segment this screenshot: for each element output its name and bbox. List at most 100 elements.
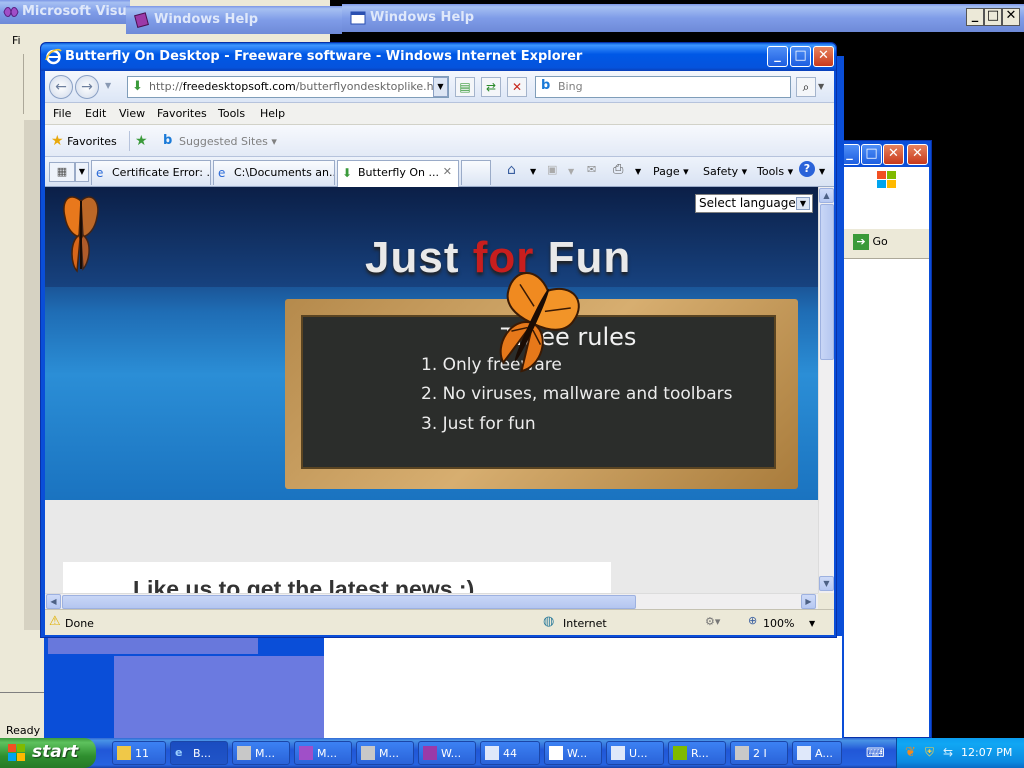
bg-right-maximize-button[interactable]: □ bbox=[861, 144, 882, 165]
ie-minimize-button[interactable]: _ bbox=[767, 46, 788, 67]
taskbar-item-label: 11 bbox=[135, 747, 149, 760]
clock[interactable]: 12:07 PM bbox=[961, 746, 1012, 759]
menu-file[interactable]: File bbox=[53, 107, 71, 120]
help-1-titlebar[interactable]: Windows Help bbox=[126, 6, 344, 34]
document-icon bbox=[611, 746, 625, 760]
refresh-icon[interactable]: ⇄ bbox=[481, 77, 501, 97]
tab-butterfly[interactable]: ⬇ Butterfly On ... ✕ bbox=[337, 160, 459, 187]
quick-tabs-button[interactable]: ▦ bbox=[49, 162, 75, 182]
ie-titlebar[interactable]: Butterfly On Desktop - Freeware software… bbox=[41, 43, 836, 71]
scroll-left-icon[interactable]: ◀ bbox=[46, 594, 61, 609]
taskbar-item-group-44[interactable]: 44 bbox=[480, 741, 540, 765]
ie-client-area: ← → ▼ ⬇ http://freedesktopsoft.com/butte… bbox=[45, 71, 834, 635]
taskbar-item-folders[interactable]: 11 bbox=[112, 741, 166, 765]
visual-studio-titlebar[interactable]: Microsoft Visual C bbox=[0, 0, 130, 24]
add-favorites-icon[interactable]: ★ bbox=[135, 133, 148, 149]
help-2-title-text: Windows Help bbox=[370, 10, 475, 25]
ie-maximize-button[interactable]: □ bbox=[790, 46, 811, 67]
zoom-dropdown-icon[interactable]: ▼ bbox=[809, 619, 815, 628]
bg-right-close-button-2[interactable]: ✕ bbox=[907, 144, 928, 165]
tab-list-dropdown-icon[interactable]: ▼ bbox=[75, 162, 89, 182]
vertical-scrollbar[interactable]: ▲ ▼ bbox=[818, 187, 834, 593]
keyboard-icon[interactable]: ⌨ bbox=[866, 746, 885, 761]
mail-icon[interactable]: ✉ bbox=[587, 163, 596, 176]
tab-certificate-error[interactable]: e Certificate Error: ... bbox=[91, 160, 211, 185]
bg-right-close-button[interactable]: ✕ bbox=[883, 144, 904, 165]
back-button[interactable]: ← bbox=[49, 75, 73, 99]
menu-view[interactable]: View bbox=[119, 107, 145, 120]
compatibility-view-icon[interactable]: ▤ bbox=[455, 77, 475, 97]
favorites-label: Favorites bbox=[67, 135, 117, 148]
go-button[interactable]: ➔ Go bbox=[853, 234, 903, 254]
taskbar-item-label: A... bbox=[815, 747, 833, 760]
tab-label: Certificate Error: ... bbox=[112, 166, 211, 179]
menu-edit[interactable]: Edit bbox=[85, 107, 106, 120]
zoom-level[interactable]: 100% bbox=[763, 617, 794, 630]
print-dropdown-icon[interactable]: ▼ bbox=[635, 167, 641, 176]
taskbar-item-m3[interactable]: M... bbox=[356, 741, 414, 765]
menu-help[interactable]: Help bbox=[260, 107, 285, 120]
vs-status-text: Ready bbox=[6, 724, 41, 737]
tab-close-icon[interactable]: ✕ bbox=[443, 165, 452, 178]
scroll-right-icon[interactable]: ▶ bbox=[801, 594, 816, 609]
start-button[interactable]: start bbox=[0, 738, 96, 768]
print-icon[interactable]: ⎙ bbox=[613, 162, 623, 177]
help-2-minimize-button[interactable]: _ bbox=[966, 8, 984, 26]
help-dropdown-icon[interactable]: ▼ bbox=[819, 167, 825, 176]
taskbar-item-r[interactable]: R... bbox=[668, 741, 726, 765]
search-options-dropdown-icon[interactable]: ▼ bbox=[818, 82, 824, 91]
taskbar-item-label: R... bbox=[691, 747, 709, 760]
page-menu-button[interactable]: Page ▾ bbox=[653, 165, 689, 178]
address-input[interactable]: ⬇ http://freedesktopsoft.com/butterflyon… bbox=[127, 76, 449, 98]
language-select-arrow-icon: ▼ bbox=[796, 197, 810, 210]
suggested-sites-link[interactable]: Suggested Sites ▾ bbox=[179, 135, 277, 148]
vertical-scroll-thumb[interactable] bbox=[820, 204, 834, 360]
taskbar-item-w2[interactable]: W... bbox=[544, 741, 602, 765]
network-icon[interactable]: ⇆ bbox=[943, 745, 953, 759]
taskbar-item-m2[interactable]: M... bbox=[294, 741, 352, 765]
taskbar-item-group-2[interactable]: 2 I bbox=[730, 741, 788, 765]
horizontal-scrollbar[interactable]: ◀ ▶ bbox=[45, 593, 818, 609]
menu-favorites[interactable]: Favorites bbox=[157, 107, 207, 120]
lower-bar bbox=[48, 638, 258, 654]
scroll-up-icon[interactable]: ▲ bbox=[819, 188, 834, 203]
recent-pages-dropdown-icon[interactable]: ▼ bbox=[105, 81, 111, 90]
url-domain: freedesktopsoft.com bbox=[182, 80, 296, 93]
scroll-down-icon[interactable]: ▼ bbox=[819, 576, 834, 591]
protected-mode-icon[interactable]: ⚙▾ bbox=[705, 615, 720, 628]
new-tab-button[interactable] bbox=[461, 160, 491, 185]
taskbar-item-a[interactable]: A... bbox=[792, 741, 842, 765]
forward-button[interactable]: → bbox=[75, 75, 99, 99]
shield-icon[interactable]: ⛨ bbox=[925, 745, 934, 760]
taskbar-item-u[interactable]: U... bbox=[606, 741, 664, 765]
menu-tools[interactable]: Tools bbox=[218, 107, 245, 120]
stop-icon[interactable]: ✕ bbox=[507, 77, 527, 97]
help-2-titlebar[interactable]: Windows Help bbox=[342, 4, 1024, 32]
favorites-star-icon: ★ bbox=[51, 133, 64, 149]
home-icon[interactable]: ⌂ bbox=[507, 162, 516, 178]
tools-menu-button[interactable]: Tools ▾ bbox=[757, 165, 793, 178]
taskbar-item-m1[interactable]: M... bbox=[232, 741, 290, 765]
safety-menu-button[interactable]: Safety ▾ bbox=[703, 165, 747, 178]
feeds-dropdown-icon[interactable]: ▼ bbox=[568, 167, 574, 176]
tab-documents[interactable]: e C:\Documents an... bbox=[213, 160, 335, 185]
help-2-close-button[interactable]: ✕ bbox=[1002, 8, 1020, 26]
favorites-button[interactable]: ★ Favorites bbox=[51, 133, 117, 149]
help-2-maximize-button[interactable]: □ bbox=[984, 8, 1002, 26]
taskbar-item-windows-help[interactable]: W... bbox=[418, 741, 476, 765]
address-dropdown-button[interactable]: ▼ bbox=[433, 77, 448, 97]
status-text: Done bbox=[65, 617, 94, 630]
ie-close-button[interactable]: ✕ bbox=[813, 46, 834, 67]
help-icon[interactable]: ? bbox=[799, 161, 815, 177]
feeds-icon[interactable]: ▣ bbox=[547, 163, 557, 176]
home-dropdown-icon[interactable]: ▼ bbox=[530, 167, 536, 176]
search-input[interactable]: b Bing bbox=[535, 76, 791, 98]
taskbar-item-ie[interactable]: e B... bbox=[170, 741, 228, 765]
butterfly-tray-icon[interactable]: ❦ bbox=[905, 745, 916, 760]
taskbar-item-label: M... bbox=[255, 747, 275, 760]
vs-menu-fi[interactable]: Fi bbox=[12, 34, 21, 47]
search-button[interactable]: ⌕ bbox=[796, 77, 816, 97]
horizontal-scroll-thumb[interactable] bbox=[62, 595, 636, 609]
status-bar: ⚠ Done ◍ Internet ⚙▾ ⊕ 100% ▼ bbox=[45, 609, 834, 635]
language-select[interactable]: Select language ▼ bbox=[695, 194, 813, 213]
